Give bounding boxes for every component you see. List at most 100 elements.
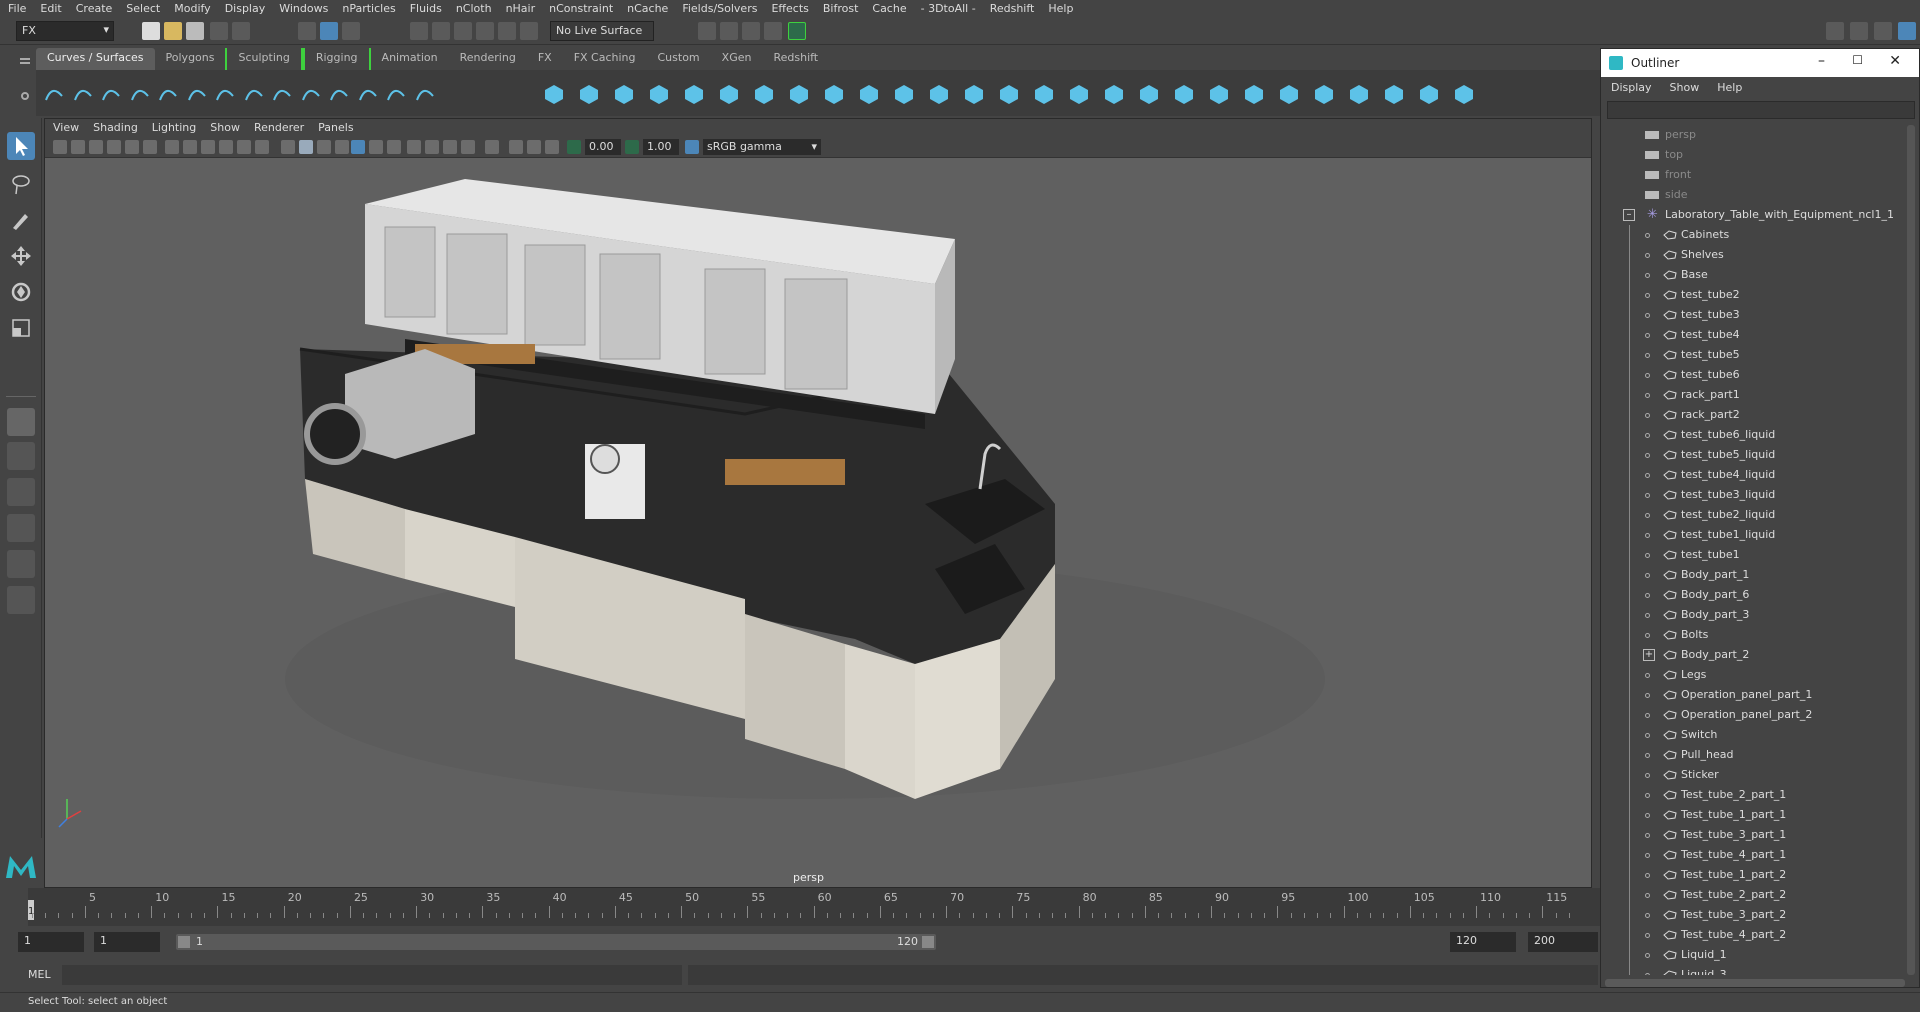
select-camera-icon[interactable] xyxy=(53,140,67,154)
end-time-field[interactable]: 200 xyxy=(1528,932,1598,952)
gamma-icon[interactable] xyxy=(625,140,639,154)
outliner-item-mesh[interactable]: Operation_panel_part_1 xyxy=(1605,685,1905,705)
nurbs-cone-icon[interactable] xyxy=(647,82,671,106)
isolate-select-icon[interactable] xyxy=(485,140,499,154)
panel-menu-lighting[interactable]: Lighting xyxy=(152,121,196,134)
extrude-icon[interactable] xyxy=(857,82,881,106)
visibility-dot[interactable] xyxy=(1645,633,1650,638)
camera-attributes-icon[interactable] xyxy=(71,140,85,154)
visibility-dot[interactable] xyxy=(1645,253,1650,258)
menu-ncache[interactable]: nCache xyxy=(627,2,668,15)
outliner-item-mesh[interactable]: Test_tube_1_part_2 xyxy=(1605,865,1905,885)
shelf-options[interactable] xyxy=(18,52,32,112)
undo-icon[interactable] xyxy=(210,22,228,40)
visibility-dot[interactable] xyxy=(1645,493,1650,498)
snap-surface-icon[interactable] xyxy=(498,22,516,40)
outliner-item-mesh[interactable]: Test_tube_3_part_2 xyxy=(1605,905,1905,925)
two-view-side-layout-icon[interactable] xyxy=(7,478,35,506)
pencil-curve-icon[interactable] xyxy=(128,82,152,106)
nurbs-cylinder-icon[interactable] xyxy=(612,82,636,106)
menu-cache[interactable]: Cache xyxy=(872,2,906,15)
open-close-surface-icon[interactable] xyxy=(1137,82,1161,106)
rebuild-surface-icon[interactable] xyxy=(1277,82,1301,106)
menu-edit[interactable]: Edit xyxy=(40,2,61,15)
single-view-layout-icon[interactable] xyxy=(7,408,35,436)
outliner-item-mesh[interactable]: test_tube6 xyxy=(1605,365,1905,385)
menu-display[interactable]: Display xyxy=(225,2,266,15)
shelf-tab-curves-surfaces[interactable]: Curves / Surfaces xyxy=(36,48,155,70)
new-scene-icon[interactable] xyxy=(142,22,160,40)
grease-pencil-icon[interactable] xyxy=(143,140,157,154)
outliner-item-mesh[interactable]: Cabinets xyxy=(1605,225,1905,245)
two-view-stacked-layout-icon[interactable] xyxy=(7,514,35,542)
outliner-item-mesh[interactable]: Body_part_3 xyxy=(1605,605,1905,625)
resolution-gate-icon[interactable] xyxy=(201,140,215,154)
outliner-item-mesh[interactable]: Sticker xyxy=(1605,765,1905,785)
menu-effects[interactable]: Effects xyxy=(771,2,808,15)
default-material-icon[interactable] xyxy=(317,140,331,154)
outliner-item-mesh[interactable]: Body_part_6 xyxy=(1605,585,1905,605)
snap-curve-icon[interactable] xyxy=(432,22,450,40)
collapse-icon[interactable]: – xyxy=(1623,209,1635,221)
visibility-dot[interactable] xyxy=(1645,673,1650,678)
visibility-dot[interactable] xyxy=(1645,313,1650,318)
shelf-tab-fx[interactable]: FX xyxy=(527,48,563,70)
outliner-item-mesh[interactable]: Test_tube_1_part_1 xyxy=(1605,805,1905,825)
outliner-item-mesh[interactable]: test_tube6_liquid xyxy=(1605,425,1905,445)
channel-box-icon[interactable] xyxy=(1898,22,1916,40)
close-icon[interactable]: ✕ xyxy=(1889,53,1901,69)
smooth-shade-icon[interactable] xyxy=(299,140,313,154)
menu-nparticles[interactable]: nParticles xyxy=(342,2,395,15)
outliner-item-mesh[interactable]: Legs xyxy=(1605,665,1905,685)
outliner-item-mesh[interactable]: test_tube1_liquid xyxy=(1605,525,1905,545)
menu-redshift[interactable]: Redshift xyxy=(990,2,1035,15)
outliner-persp-layout-icon[interactable] xyxy=(7,586,35,614)
shelf-tab-polygons[interactable]: Polygons xyxy=(155,48,226,70)
snap-view-icon[interactable] xyxy=(476,22,494,40)
curve-tool-c-icon[interactable] xyxy=(299,82,323,106)
insert-isoparm-icon[interactable] xyxy=(1172,82,1196,106)
outliner-item-camera[interactable]: side xyxy=(1605,185,1905,205)
outliner-item-mesh[interactable]: Operation_panel_part_2 xyxy=(1605,705,1905,725)
redo-icon[interactable] xyxy=(232,22,250,40)
outliner-item-mesh[interactable]: + Body_part_2 xyxy=(1605,645,1905,665)
arc-curve-icon[interactable] xyxy=(213,82,237,106)
bookmark-icon[interactable] xyxy=(89,140,103,154)
visibility-dot[interactable] xyxy=(1645,693,1650,698)
outliner-menu-display[interactable]: Display xyxy=(1611,81,1652,94)
outliner-item-mesh[interactable]: test_tube4 xyxy=(1605,325,1905,345)
menu-windows[interactable]: Windows xyxy=(279,2,328,15)
expand-icon[interactable]: + xyxy=(1643,649,1655,661)
minimize-icon[interactable]: – xyxy=(1818,53,1825,69)
image-plane-icon[interactable] xyxy=(107,140,121,154)
detach-surface-icon[interactable] xyxy=(1067,82,1091,106)
outliner-item-root[interactable]: – ✳ Laboratory_Table_with_Equipment_ncl1_1 xyxy=(1605,205,1905,225)
textured-icon[interactable] xyxy=(351,140,365,154)
wireframe-icon[interactable] xyxy=(281,140,295,154)
select-object-icon[interactable] xyxy=(320,22,338,40)
outliner-item-mesh[interactable]: rack_part1 xyxy=(1605,385,1905,405)
stitch-icon[interactable] xyxy=(1382,82,1406,106)
menu-fields-solvers[interactable]: Fields/Solvers xyxy=(682,2,757,15)
select-hierarchy-icon[interactable] xyxy=(298,22,316,40)
revolve-icon[interactable] xyxy=(752,82,776,106)
range-start-handle[interactable] xyxy=(178,936,190,948)
paint-select-tool-icon[interactable] xyxy=(7,206,35,234)
align-surface-icon[interactable] xyxy=(1102,82,1126,106)
visibility-dot[interactable] xyxy=(1645,933,1650,938)
square-surface-icon[interactable] xyxy=(962,82,986,106)
shelf-tab-animation[interactable]: Animation xyxy=(371,48,449,70)
sculpt-geometry-icon[interactable] xyxy=(1417,82,1441,106)
render-frame-icon[interactable] xyxy=(720,22,738,40)
visibility-dot[interactable] xyxy=(1645,513,1650,518)
move-tool-icon[interactable] xyxy=(7,242,35,270)
visibility-dot[interactable] xyxy=(1645,573,1650,578)
bevel-icon[interactable] xyxy=(997,82,1021,106)
outliner-item-mesh[interactable]: Test_tube_4_part_2 xyxy=(1605,925,1905,945)
maximize-icon[interactable]: ☐ xyxy=(1852,53,1863,67)
outliner-menu-show[interactable]: Show xyxy=(1670,81,1700,94)
visibility-dot[interactable] xyxy=(1645,873,1650,878)
visibility-dot[interactable] xyxy=(1645,373,1650,378)
shelf-tab-rigging[interactable]: Rigging xyxy=(302,48,371,70)
xray-joints-icon[interactable] xyxy=(527,140,541,154)
